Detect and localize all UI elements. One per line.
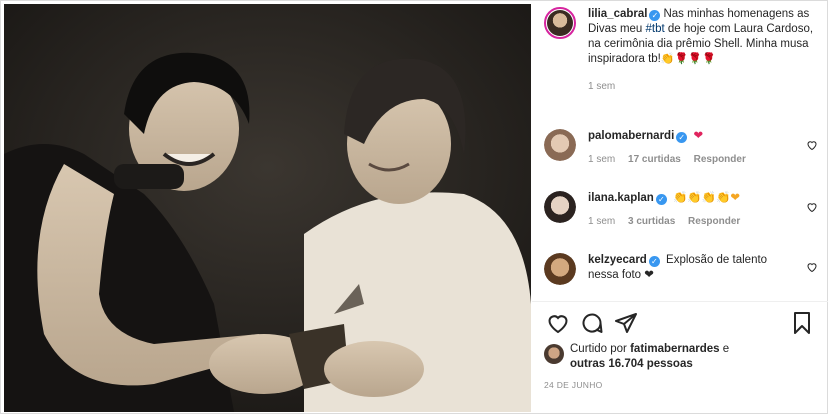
liked-by-others[interactable]: outras 16.704 pessoas	[570, 358, 693, 370]
post-date[interactable]: 24 DE JUNHO	[544, 380, 603, 390]
likes-summary: Curtido por fatimabernardes e outras 16.…	[544, 342, 729, 372]
verified-badge-icon: ✓	[655, 194, 667, 205]
caption-meta: 1 sem	[588, 79, 820, 94]
comment-reply-button[interactable]: Responder	[688, 216, 740, 227]
comment-body: kelzyecard ✓ Explosão de talento nessa fo…	[588, 253, 788, 285]
liked-by-user[interactable]: fatimabernardes	[630, 343, 719, 355]
caption-time[interactable]: 1 sem	[588, 81, 615, 92]
comment-avatar-image	[544, 129, 576, 161]
caption-emoji: 👏🌹🌹🌹	[660, 53, 716, 65]
verified-badge-icon: ✓	[649, 10, 661, 21]
comment-time[interactable]: 1 sem	[588, 216, 615, 227]
author-username[interactable]: lilia_cabral	[588, 8, 647, 20]
comment-time[interactable]: 1 sem	[588, 154, 615, 165]
post-side-panel: lilia_cabral ✓ Nas minhas homenagens as Di…	[532, 1, 828, 414]
comment-item: palomabernardi ✓ ❤ 1 sem 17 curtidas Resp…	[544, 129, 820, 167]
hashtag-link[interactable]: #tbt	[646, 23, 665, 35]
actions-divider	[532, 301, 828, 302]
verified-badge-icon: ✓	[676, 132, 688, 143]
post-caption: lilia_cabral ✓ Nas minhas homenagens as Di…	[544, 7, 820, 94]
post-photo-image	[4, 4, 531, 412]
heart-icon[interactable]	[546, 311, 570, 335]
comment-avatar[interactable]	[544, 129, 576, 161]
post-photo[interactable]	[4, 4, 531, 412]
author-avatar[interactable]	[544, 7, 576, 39]
likes-text: Curtido por fatimabernardes e outras 16.…	[570, 342, 729, 372]
comment-avatar[interactable]	[544, 253, 576, 285]
comment-username[interactable]: ilana.kaplan	[588, 192, 654, 204]
comment-body: palomabernardi ✓ ❤ 1 sem 17 curtidas Resp…	[588, 129, 788, 167]
comment-username[interactable]: palomabernardi	[588, 130, 674, 142]
comment-username[interactable]: kelzyecard	[588, 254, 647, 266]
comment-likes[interactable]: 17 curtidas	[628, 154, 681, 165]
comment-avatar-image	[544, 253, 576, 285]
liker-avatar[interactable]	[544, 344, 564, 364]
comment-item: kelzyecard ✓ Explosão de talento nessa fo…	[544, 253, 820, 285]
liked-by-prefix: Curtido por	[570, 343, 631, 355]
share-icon[interactable]	[614, 311, 638, 335]
action-bar	[544, 311, 826, 337]
comment-like-heart-icon[interactable]	[806, 139, 818, 151]
comment-avatar[interactable]	[544, 191, 576, 223]
comment-icon[interactable]	[580, 311, 604, 335]
comment-item: ilana.kaplan ✓ 👏👏👏👏❤ 1 sem 3 curtidas Res…	[544, 191, 820, 229]
comment-like-heart-icon[interactable]	[806, 261, 818, 273]
bookmark-icon[interactable]	[790, 311, 814, 335]
comment-body: ilana.kaplan ✓ 👏👏👏👏❤ 1 sem 3 curtidas Res…	[588, 191, 788, 229]
instagram-post: lilia_cabral ✓ Nas minhas homenagens as Di…	[0, 0, 828, 414]
caption-body: lilia_cabral ✓ Nas minhas homenagens as Di…	[588, 7, 820, 94]
verified-badge-icon: ✓	[648, 256, 660, 267]
liked-by-middle: e	[719, 343, 730, 355]
comment-avatar-image	[544, 191, 576, 223]
comment-meta: 1 sem 3 curtidas Responder	[588, 214, 788, 229]
comment-likes[interactable]: 3 curtidas	[628, 216, 675, 227]
author-avatar-image	[547, 10, 573, 36]
comment-like-heart-icon[interactable]	[806, 201, 818, 213]
comment-text: ❤	[693, 130, 704, 142]
comment-reply-button[interactable]: Responder	[694, 154, 746, 165]
comment-text: 👏👏👏👏❤	[673, 192, 740, 204]
comment-meta: 1 sem 17 curtidas Responder	[588, 152, 788, 167]
